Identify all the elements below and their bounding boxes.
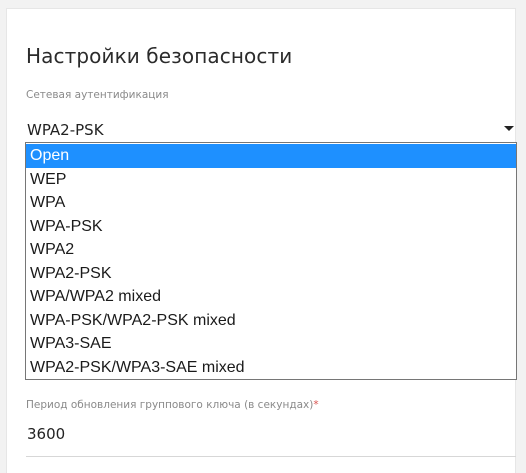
dropdown-option-wpa-psk[interactable]: WPA-PSK bbox=[26, 215, 516, 239]
dropdown-option-wep[interactable]: WEP bbox=[26, 168, 516, 192]
auth-select[interactable]: WPA2-PSK bbox=[26, 113, 516, 145]
auth-dropdown-list: Open WEP WPA WPA-PSK WPA2 WPA2-PSK WPA/W… bbox=[25, 142, 517, 380]
dropdown-option-wpa-psk-wpa2-psk-mixed[interactable]: WPA-PSK/WPA2-PSK mixed bbox=[26, 309, 516, 333]
group-key-period-underline bbox=[26, 456, 516, 457]
caret-down-icon bbox=[504, 126, 514, 131]
dropdown-option-wpa2[interactable]: WPA2 bbox=[26, 238, 516, 262]
required-asterisk: * bbox=[313, 399, 319, 411]
auth-label: Сетевая аутентификация bbox=[26, 89, 169, 101]
dropdown-option-wpa2-psk[interactable]: WPA2-PSK bbox=[26, 262, 516, 286]
auth-select-value: WPA2-PSK bbox=[27, 121, 104, 139]
group-key-period-input[interactable]: 3600 bbox=[27, 425, 507, 449]
dropdown-option-wpa[interactable]: WPA bbox=[26, 191, 516, 215]
dropdown-option-open[interactable]: Open bbox=[26, 144, 516, 168]
section-title: Настройки безопасности bbox=[26, 44, 293, 68]
dropdown-option-wpa3-sae[interactable]: WPA3-SAE bbox=[26, 332, 516, 356]
dropdown-option-wpa-wpa2-mixed[interactable]: WPA/WPA2 mixed bbox=[26, 285, 516, 309]
group-key-period-label-text: Период обновления группового ключа (в се… bbox=[26, 399, 314, 411]
group-key-period-label: Период обновления группового ключа (в се… bbox=[26, 399, 319, 411]
dropdown-option-wpa2-psk-wpa3-sae-mixed[interactable]: WPA2-PSK/WPA3-SAE mixed bbox=[26, 356, 516, 380]
